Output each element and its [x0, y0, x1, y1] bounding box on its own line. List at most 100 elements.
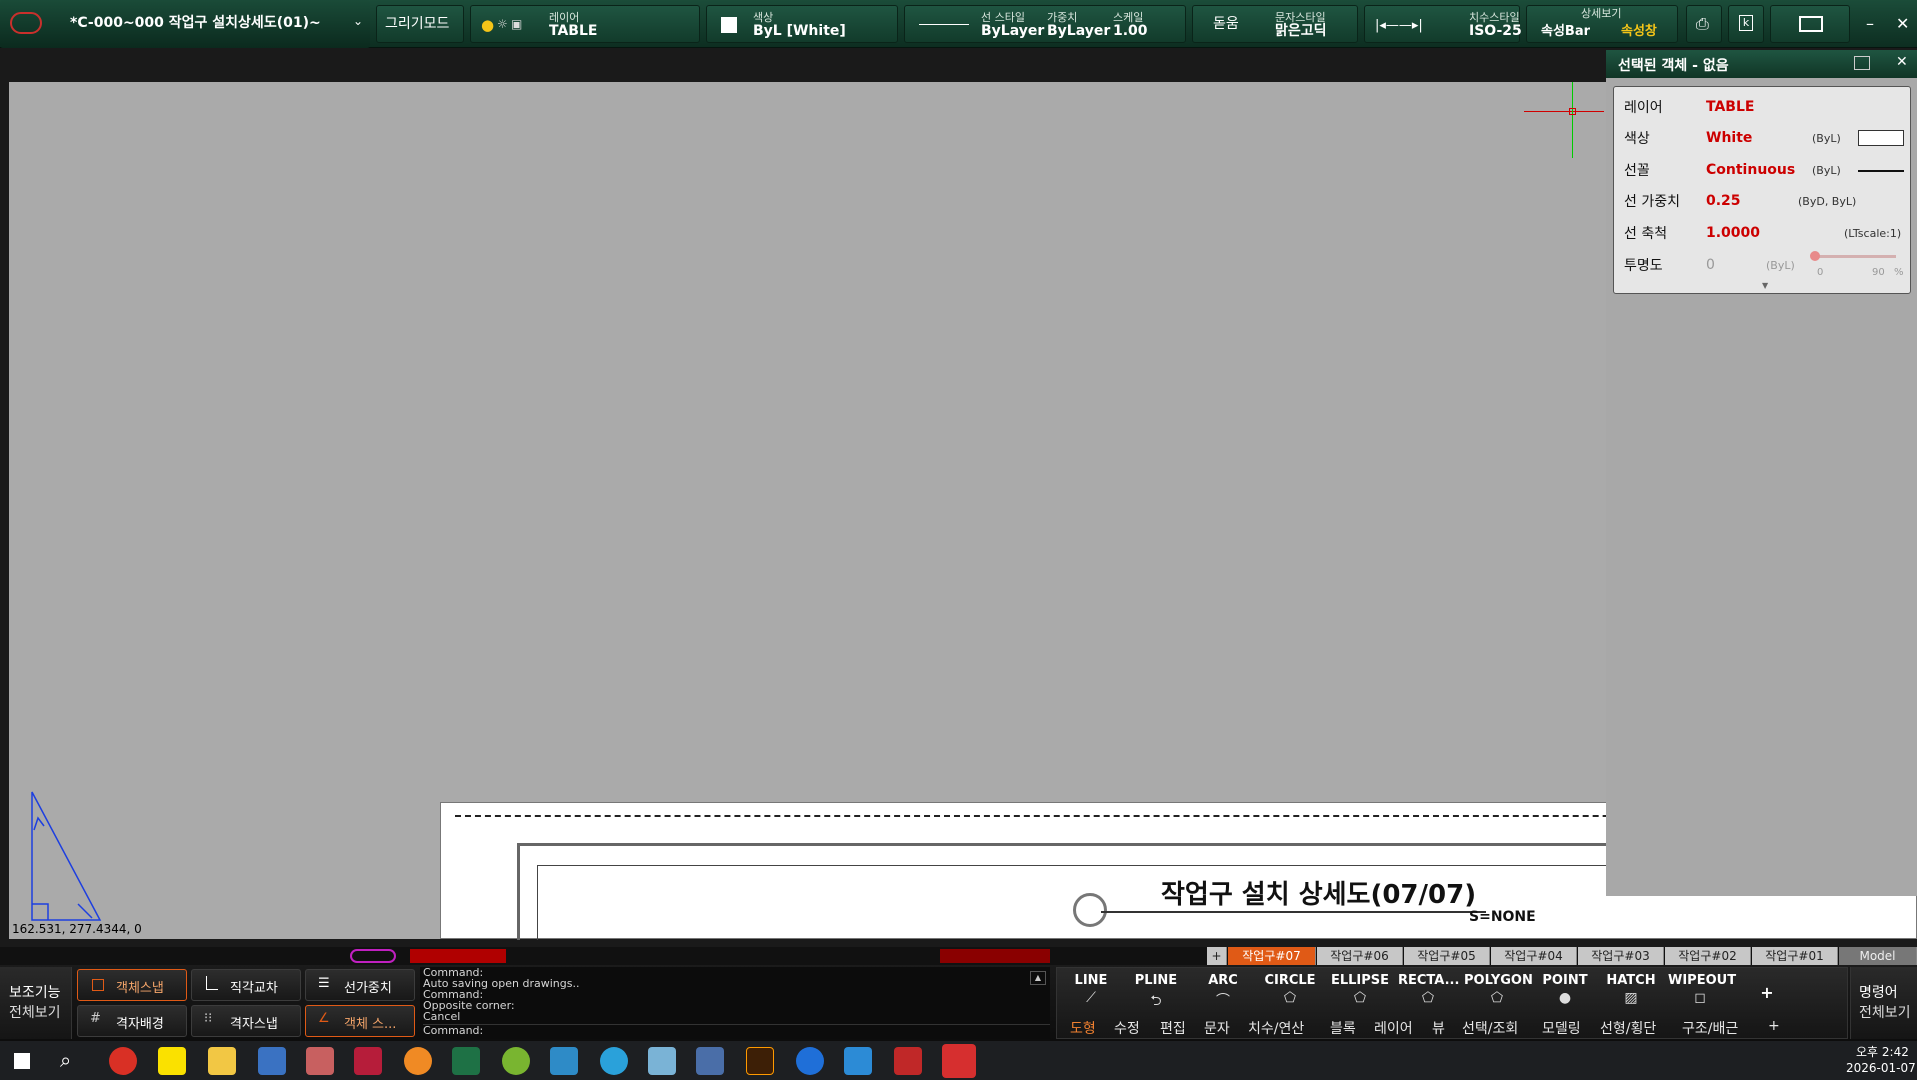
- grid-background-button[interactable]: # 격자배경: [77, 1005, 187, 1037]
- line-style-selector[interactable]: 선 스타일 ByLayer 가중치 ByLayer 스케일 1.00: [904, 5, 1186, 43]
- prop-bar-button[interactable]: 속성Bar: [1541, 24, 1590, 40]
- prop-value-lineweight[interactable]: 0.25: [1706, 193, 1741, 209]
- close-window-button[interactable]: ✕: [1896, 14, 1909, 33]
- font-button[interactable]: 돋움: [1213, 16, 1239, 32]
- qgis-icon[interactable]: [502, 1047, 530, 1075]
- prop-note-linetype: (ByL): [1812, 164, 1841, 177]
- line-tool-button[interactable]: LINE ⟋: [1064, 973, 1118, 1009]
- prop-value-layer[interactable]: TABLE: [1706, 99, 1754, 115]
- search-app-icon[interactable]: [404, 1047, 432, 1075]
- object-snap-button[interactable]: 객체스냅: [77, 969, 187, 1001]
- telegram-icon[interactable]: [600, 1047, 628, 1075]
- circle-tool-button[interactable]: CIRCLE ⬠: [1262, 973, 1318, 1009]
- tab-layout-01[interactable]: 작업구#01: [1752, 947, 1838, 965]
- tab-modeling[interactable]: 모델링: [1542, 1018, 1581, 1038]
- close-panel-icon[interactable]: ✕: [1896, 54, 1908, 70]
- tab-view[interactable]: 뷰: [1432, 1018, 1445, 1038]
- document-title: *C-000~000 작업구 설치상세도(01)~: [70, 15, 321, 31]
- command-input[interactable]: Command:: [423, 1024, 1050, 1036]
- prop-window-button[interactable]: 속성창: [1621, 24, 1657, 40]
- screen-button[interactable]: [1770, 5, 1850, 43]
- expand-arrow-icon[interactable]: ▼: [1762, 281, 1768, 290]
- tab-structure[interactable]: 구조/배근: [1682, 1018, 1738, 1038]
- calculator-icon[interactable]: [258, 1047, 286, 1075]
- search-icon[interactable]: ⌕: [60, 1048, 71, 1072]
- document-app-icon[interactable]: [648, 1047, 676, 1075]
- ellipse-tool-button[interactable]: ELLIPSE ⬠: [1330, 973, 1390, 1009]
- grid-snap-button[interactable]: ⁝⁝ 격자스냅: [191, 1005, 301, 1037]
- minimize-button[interactable]: –: [1866, 14, 1874, 33]
- kakaotalk-icon[interactable]: [158, 1047, 186, 1075]
- tab-layer[interactable]: 레이어: [1374, 1018, 1413, 1038]
- tab-layout-06[interactable]: 작업구#06: [1317, 947, 1403, 965]
- game-app-icon[interactable]: [894, 1047, 922, 1075]
- add-tool-button[interactable]: +: [1752, 983, 1782, 1019]
- tab-text[interactable]: 문자: [1204, 1018, 1230, 1038]
- tab-model[interactable]: Model: [1839, 947, 1917, 965]
- arc-tool-button[interactable]: ARC ⌒: [1196, 973, 1250, 1009]
- tab-layout-03[interactable]: 작업구#03: [1578, 947, 1664, 965]
- tab-layout-02[interactable]: 작업구#02: [1665, 947, 1751, 965]
- linetype-preview: [1858, 170, 1904, 172]
- object-track-button[interactable]: ∠ 객체 스...: [305, 1005, 415, 1037]
- dim-style-selector[interactable]: |◂——▸| 치수스타일 ISO-25: [1364, 5, 1522, 43]
- select-object-icon[interactable]: [1854, 56, 1870, 70]
- pline-tool-button[interactable]: PLINE ⮌: [1128, 973, 1184, 1009]
- transparency-slider-track[interactable]: [1814, 255, 1896, 258]
- file-explorer-icon[interactable]: [208, 1047, 236, 1075]
- tab-shapes[interactable]: 도형: [1070, 1018, 1096, 1038]
- prop-value-color[interactable]: White: [1706, 130, 1752, 146]
- tab-alignment[interactable]: 선형/횡단: [1600, 1018, 1656, 1038]
- info-app-icon[interactable]: [696, 1047, 724, 1075]
- tab-layout-05[interactable]: 작업구#05: [1404, 947, 1490, 965]
- tab-layout-04[interactable]: 작업구#04: [1491, 947, 1577, 965]
- paint-app-icon[interactable]: [306, 1047, 334, 1075]
- tab-add-category[interactable]: +: [1768, 1018, 1780, 1034]
- command-log: Command: Auto saving open drawings.. Com…: [420, 967, 1050, 1039]
- object-snap-label: 객체스냅: [116, 981, 164, 996]
- app-logo-icon[interactable]: [10, 12, 42, 34]
- aux-functions-button[interactable]: 보조기능 전체보기: [0, 967, 72, 1039]
- excel-icon[interactable]: [452, 1047, 480, 1075]
- document-tab[interactable]: *C-000~000 작업구 설치상세도(01)~ ⌄: [0, 0, 370, 48]
- keyboard-button[interactable]: k: [1728, 5, 1764, 43]
- tab-add[interactable]: +: [1207, 947, 1227, 965]
- hatch-tool-button[interactable]: HATCH ▨: [1604, 973, 1658, 1009]
- lineweight-icon: ☰: [318, 976, 330, 991]
- prop-value-linetype[interactable]: Continuous: [1706, 162, 1795, 178]
- tab-block[interactable]: 블록: [1330, 1018, 1356, 1038]
- print-button[interactable]: ⎙: [1686, 5, 1722, 43]
- tab-edit[interactable]: 편집: [1160, 1018, 1186, 1038]
- tab-select-query[interactable]: 선택/조회: [1462, 1018, 1518, 1038]
- hangul-icon[interactable]: [844, 1047, 872, 1075]
- wipeout-tool-button[interactable]: WIPEOUT ◻: [1668, 973, 1736, 1009]
- notes-app-icon[interactable]: [354, 1047, 382, 1075]
- color-selector[interactable]: 색상 ByL [White]: [706, 5, 898, 43]
- lineweight-button[interactable]: ☰ 선가중치: [305, 969, 415, 1001]
- start-icon[interactable]: [14, 1053, 30, 1069]
- prop-value-linescale[interactable]: 1.0000: [1706, 225, 1760, 241]
- polygon-tool-button[interactable]: POLYGON ⬠: [1464, 973, 1533, 1009]
- text-style-selector[interactable]: 돋움 문자스타일 맑은고딕: [1192, 5, 1358, 43]
- browser-icon[interactable]: [796, 1047, 824, 1075]
- illustrator-icon[interactable]: [746, 1047, 774, 1075]
- ortho-button[interactable]: 직각교차: [191, 969, 301, 1001]
- properties-title: 선택된 객체 - 없음: [1618, 58, 1729, 74]
- circle-icon: ⬠: [1283, 990, 1297, 1006]
- tab-layout-07[interactable]: 작업구#07: [1228, 947, 1316, 965]
- rectangle-tool-button[interactable]: RECTA... ⬠: [1398, 973, 1459, 1009]
- document-dropdown-icon[interactable]: ⌄: [353, 14, 363, 28]
- tab-modify[interactable]: 수정: [1114, 1018, 1140, 1038]
- network-app-icon[interactable]: [550, 1047, 578, 1075]
- chrome-icon[interactable]: [109, 1047, 137, 1075]
- draw-mode-button[interactable]: 그리기모드: [376, 5, 464, 43]
- cad-app-icon[interactable]: [942, 1044, 976, 1078]
- point-tool-button[interactable]: POINT ●: [1538, 973, 1592, 1009]
- layer-selector[interactable]: ● ☼ ▣ 레이어 TABLE: [470, 5, 700, 43]
- tab-dimension[interactable]: 치수/연산: [1248, 1018, 1304, 1038]
- prop-value-transparency[interactable]: 0: [1706, 257, 1715, 273]
- transparency-slider-handle[interactable]: [1810, 251, 1820, 261]
- color-swatch-preview[interactable]: [1858, 130, 1904, 146]
- command-panel-button[interactable]: 명령어 전체보기: [1850, 967, 1917, 1039]
- log-expand-icon[interactable]: ▲: [1030, 971, 1046, 985]
